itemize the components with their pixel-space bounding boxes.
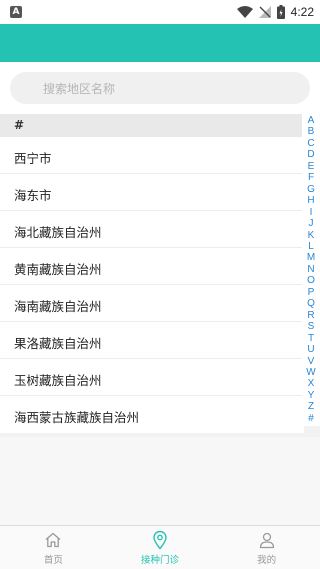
list-item[interactable]: 黄南藏族自治州 (0, 248, 304, 285)
list-item-label: 海北藏族自治州 (14, 225, 102, 240)
index-letter[interactable]: T (308, 333, 314, 344)
search-input[interactable]: 搜索地区名称 (10, 72, 310, 104)
region-list: 西宁市 海东市 海北藏族自治州 黄南藏族自治州 海南藏族自治州 果洛藏族自治州 … (0, 137, 304, 433)
tab-home[interactable]: 首页 (0, 526, 107, 569)
home-icon (45, 532, 61, 547)
index-letter[interactable]: B (308, 127, 315, 137)
status-bar: A 4:22 (0, 0, 320, 24)
list-item[interactable]: 海北藏族自治州 (0, 211, 304, 248)
index-letter[interactable]: V (308, 356, 315, 367)
list-item[interactable]: 海东市 (0, 174, 304, 211)
battery-charging-icon (276, 5, 285, 19)
index-letter[interactable]: K (308, 230, 315, 241)
location-pin-icon (153, 530, 167, 550)
index-letter[interactable]: M (307, 253, 315, 263)
tab-mine[interactable]: 我的 (213, 526, 320, 569)
app-notification-icon: A (10, 6, 22, 18)
list-item-label: 黄南藏族自治州 (14, 262, 102, 277)
tab-home-label: 首页 (43, 554, 63, 566)
list-item[interactable]: 果洛藏族自治州 (0, 322, 304, 359)
list-item[interactable]: 西宁市 (0, 137, 304, 174)
no-signal-icon (258, 6, 271, 18)
index-letter[interactable]: O (307, 276, 315, 286)
tab-vaccination-clinic[interactable]: 接种门诊 (107, 526, 214, 569)
list-item[interactable]: 海南藏族自治州 (0, 285, 304, 322)
list-item-label: 西宁市 (14, 151, 52, 166)
index-letter[interactable]: # (308, 413, 314, 424)
tab-mine-label: 我的 (257, 554, 277, 566)
tab-vaccination-clinic-label: 接种门诊 (141, 554, 180, 566)
index-letter[interactable]: X (308, 379, 315, 389)
index-letter[interactable]: D (307, 150, 314, 160)
index-letter[interactable]: L (308, 241, 314, 252)
wifi-icon (236, 6, 253, 18)
index-letter[interactable]: Y (308, 390, 315, 401)
clock: 4:22 (290, 5, 314, 19)
index-letter[interactable]: S (308, 322, 315, 332)
list-item-label: 果洛藏族自治州 (14, 336, 102, 351)
search-area: 搜索地区名称 (0, 62, 320, 114)
user-icon (259, 532, 274, 548)
bottom-tab-bar: 首页 接种门诊 我的 (0, 525, 320, 569)
search-placeholder: 搜索地区名称 (43, 82, 116, 96)
index-letter[interactable]: C (307, 138, 314, 149)
index-letter[interactable]: A (308, 116, 315, 126)
index-letter[interactable]: I (310, 207, 313, 218)
list-item[interactable]: 玉树藏族自治州 (0, 359, 304, 396)
list-footer-space (0, 437, 320, 525)
index-letter[interactable]: E (308, 161, 315, 172)
app-header (0, 24, 320, 62)
index-letter[interactable]: W (306, 367, 315, 378)
section-header: # (0, 114, 304, 137)
alphabet-index-bar[interactable]: A B C D E F G H I J K L M N O P Q R S T … (302, 114, 320, 426)
index-letter[interactable]: G (307, 184, 315, 195)
index-letter[interactable]: F (308, 173, 314, 183)
section-header-label: # (14, 118, 25, 132)
status-icons: 4:22 (236, 4, 314, 20)
list-item[interactable]: 海西蒙古族藏族自治州 (0, 396, 304, 433)
index-letter[interactable]: P (308, 287, 315, 298)
index-letter[interactable]: N (307, 264, 314, 275)
index-letter[interactable]: U (307, 345, 314, 355)
index-letter[interactable]: Z (308, 402, 314, 412)
list-item-label: 海西蒙古族藏族自治州 (14, 410, 140, 425)
index-letter[interactable]: H (307, 196, 314, 206)
list-item-label: 海东市 (14, 188, 52, 203)
list-item-label: 玉树藏族自治州 (14, 373, 102, 388)
index-letter[interactable]: R (307, 310, 314, 321)
index-letter[interactable]: Q (307, 299, 315, 309)
index-letter[interactable]: J (309, 219, 314, 229)
list-item-label: 海南藏族自治州 (14, 299, 102, 314)
